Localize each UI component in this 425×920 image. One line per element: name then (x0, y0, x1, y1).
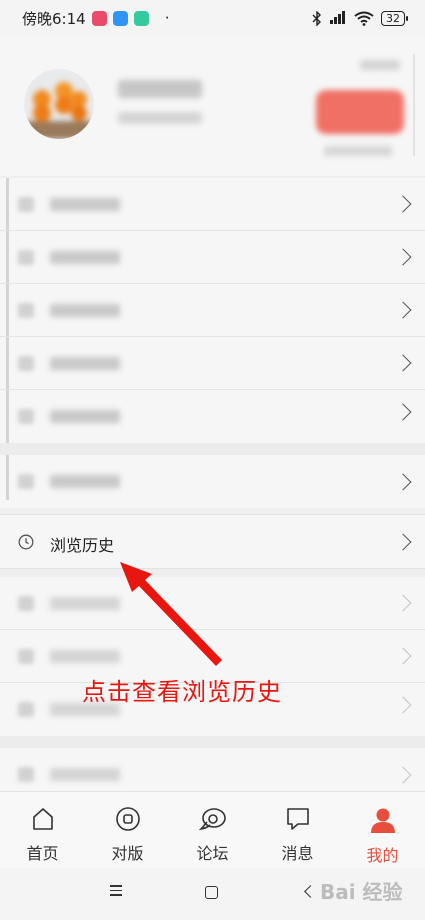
username-blurred (118, 80, 202, 98)
clock-icon (18, 534, 34, 550)
chevron-right-icon (394, 354, 412, 372)
back-icon[interactable] (304, 885, 317, 898)
chevron-right-icon (394, 533, 412, 550)
menu-item[interactable] (0, 577, 425, 630)
tab-home[interactable]: 首页 (0, 792, 85, 868)
status-left: 傍晚6:14 · (22, 8, 169, 29)
menu-item-label-blurred (50, 197, 120, 211)
bluetooth-icon (312, 10, 321, 26)
menu-item-icon (18, 250, 34, 265)
menu-item[interactable] (0, 231, 425, 284)
chevron-right-icon (394, 248, 412, 266)
menu-item-icon (18, 649, 34, 664)
target-icon (115, 807, 140, 831)
profile-action-button[interactable] (316, 90, 404, 134)
status-right: 32 (312, 10, 408, 26)
menu-item-label-blurred (50, 303, 120, 317)
profile-icon (370, 808, 395, 833)
browse-history-row[interactable]: 浏览历史 (0, 514, 425, 569)
menu-item-label-blurred (50, 356, 120, 370)
chevron-right-icon (394, 594, 412, 612)
forum-icon (198, 808, 226, 831)
status-time: 傍晚6:14 (22, 9, 86, 28)
notification-app-icon-2 (112, 10, 128, 26)
chevron-right-icon (394, 696, 412, 714)
chevron-right-icon (394, 403, 412, 421)
recent-apps-icon[interactable] (110, 885, 122, 899)
bottom-tab-bar: 首页 对版 论坛 消息 我的 (0, 791, 425, 868)
avatar-image (24, 69, 94, 139)
chevron-right-icon (394, 647, 412, 665)
status-bar: 傍晚6:14 · 32 (0, 0, 425, 36)
menu-item-icon (18, 303, 34, 318)
menu-item-label-blurred (50, 768, 120, 781)
menu-group-top (0, 178, 425, 508)
annotation-text: 点击查看浏览历史 (82, 678, 282, 706)
user-subtitle-blurred (118, 112, 202, 124)
avatar[interactable] (24, 69, 94, 139)
notification-app-icon-3 (133, 10, 149, 26)
menu-item[interactable] (0, 284, 425, 337)
menu-item[interactable] (0, 337, 425, 390)
home-icon (32, 808, 53, 830)
menu-item-icon (18, 197, 34, 212)
status-dot: · (164, 9, 170, 27)
tab-forum[interactable]: 论坛 (170, 792, 255, 868)
menu-item-icon (18, 356, 34, 371)
tab-mine[interactable]: 我的 (340, 792, 425, 868)
wifi-icon (354, 11, 374, 26)
tab-messages[interactable]: 消息 (255, 792, 340, 868)
browse-history-label: 浏览历史 (50, 536, 115, 555)
tab-label: 对版 (111, 844, 144, 863)
profile-divider (413, 54, 415, 156)
menu-item[interactable] (0, 455, 425, 508)
battery-indicator: 32 (381, 10, 408, 26)
profile-top-right-blurred (360, 60, 400, 70)
menu-item-label-blurred (50, 250, 120, 264)
message-icon (286, 808, 309, 830)
tab-label: 消息 (281, 844, 314, 863)
chevron-right-icon (394, 301, 412, 319)
system-nav-bar: Bai 经验 (0, 868, 425, 920)
menu-item-icon (18, 409, 34, 424)
menu-item-icon (18, 596, 34, 611)
menu-item-icon (18, 767, 34, 782)
tab-label: 我的 (366, 846, 399, 865)
profile-header[interactable] (0, 36, 425, 176)
chevron-right-icon (394, 195, 412, 213)
menu-item-icon (18, 702, 34, 717)
menu-item[interactable] (0, 390, 425, 455)
menu-item-label-blurred (50, 649, 120, 663)
menu-item-label-blurred (50, 475, 120, 488)
home-nav-icon[interactable] (205, 886, 218, 899)
menu-item-icon (18, 474, 34, 489)
signal-icon (330, 11, 345, 24)
chevron-right-icon (394, 473, 412, 490)
tab-label: 论坛 (196, 844, 229, 863)
watermark: Bai 经验 (320, 880, 403, 904)
menu-item[interactable] (0, 178, 425, 231)
menu-item-label-blurred (50, 410, 120, 423)
notification-app-icon-1 (91, 10, 107, 26)
chevron-right-icon (394, 766, 412, 783)
tab-duiban[interactable]: 对版 (85, 792, 170, 868)
tab-label: 首页 (26, 844, 59, 863)
profile-bottom-right-blurred (324, 146, 392, 156)
menu-item-label-blurred (50, 596, 120, 610)
